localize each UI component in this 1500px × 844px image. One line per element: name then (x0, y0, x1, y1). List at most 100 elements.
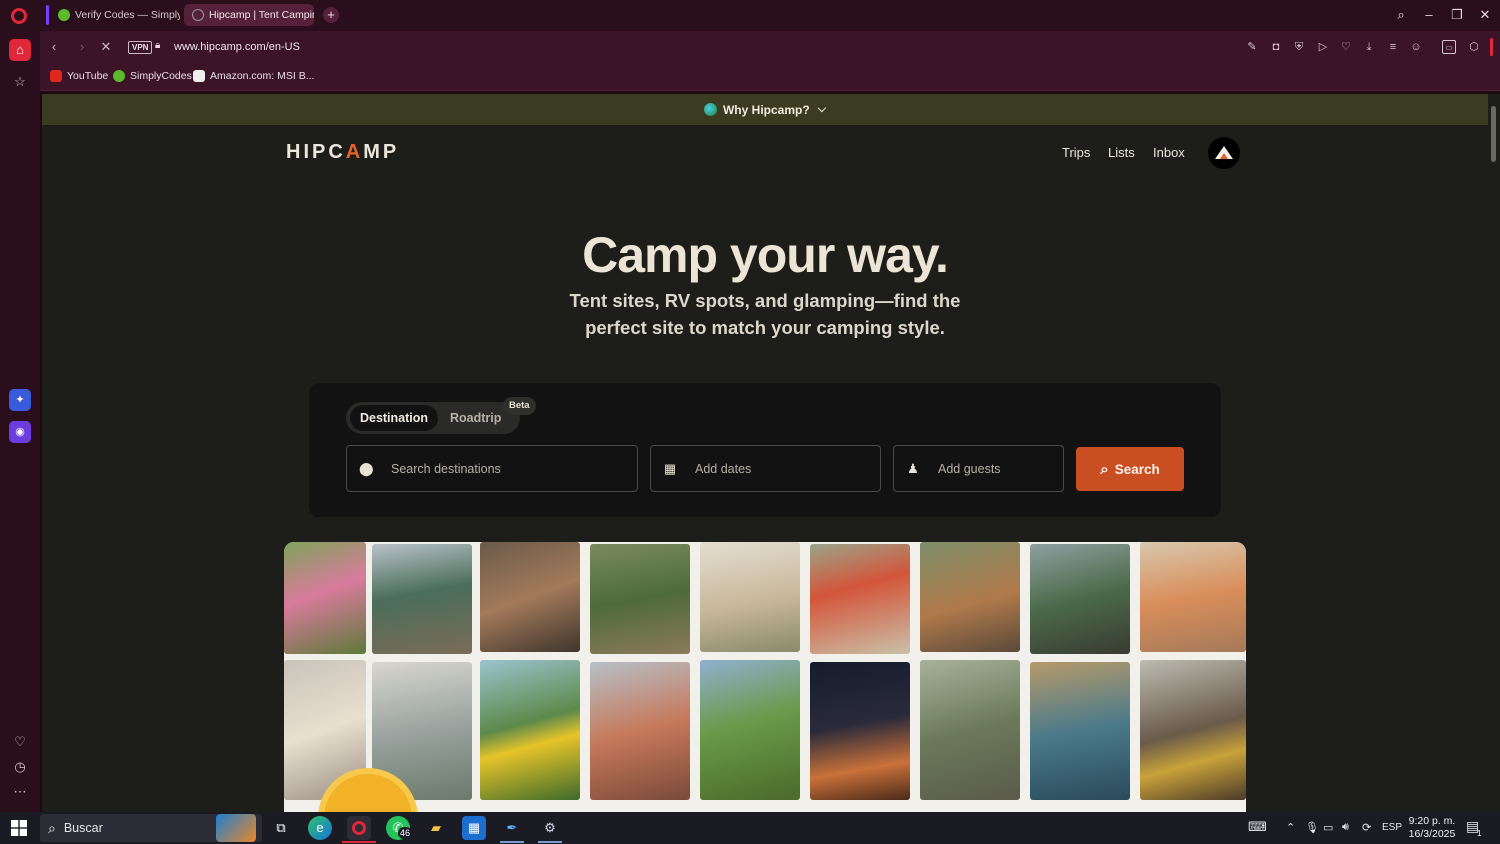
volume-icon[interactable]: 🔊︎ (1342, 821, 1349, 834)
minimize-button[interactable]: – (1420, 6, 1438, 24)
close-window-button[interactable]: ✕ (1476, 6, 1494, 24)
opera-taskbar-icon[interactable] (347, 816, 371, 840)
restore-button[interactable]: ❐ (1448, 6, 1466, 24)
star-icon[interactable]: ☆ (9, 71, 31, 93)
search-tabs-icon[interactable]: ⌕ (1392, 6, 1410, 24)
guests-placeholder: Add guests (938, 461, 1001, 476)
bookmark-label: SimplyCodes (130, 70, 192, 82)
home-icon[interactable]: ⌂ (9, 39, 31, 61)
sync-icon[interactable]: ⟳ (1362, 821, 1371, 834)
search-button[interactable]: ⌕ Search (1076, 447, 1184, 491)
task-view-icon[interactable]: ⧉ (269, 816, 293, 840)
clock-time: 9:20 p. m. (1408, 815, 1456, 827)
why-hipcamp-banner[interactable]: Why Hipcamp? ⌵ (42, 94, 1488, 125)
avatar[interactable] (1208, 137, 1240, 169)
globe-icon (703, 103, 717, 116)
photo-redwood-tent (1140, 660, 1246, 800)
hero-title: Camp your way. (582, 227, 949, 283)
download-icon[interactable]: ⤓ (1362, 40, 1376, 54)
tab-accent-strip (46, 5, 49, 25)
nav-lists[interactable]: Lists (1108, 145, 1135, 160)
stop-loading-button[interactable]: ✕ (98, 39, 114, 55)
camera-icon[interactable]: ◘ (1269, 40, 1283, 54)
logo-tent-letter: A (345, 141, 364, 163)
campsite-photo-collage (284, 542, 1246, 812)
bookmark-simplycodes[interactable]: SimplyCodes (113, 70, 192, 82)
tab-hipcamp[interactable]: Hipcamp | Tent Camping, (184, 4, 314, 26)
photo-oak-trees (920, 660, 1020, 800)
logo-text-start: HIPC (286, 141, 346, 163)
file-explorer-icon[interactable]: ▰ (424, 816, 448, 840)
chevron-up-icon[interactable]: ⌃ (1286, 821, 1295, 834)
edge-icon[interactable]: e (308, 816, 332, 840)
photo-yellow-tent (480, 660, 580, 800)
tab-label: Verify Codes — SimplyCo (75, 9, 180, 21)
easy-setup-icon[interactable]: ▭ (1442, 40, 1456, 54)
dates-field[interactable]: ▦ Add dates (650, 445, 881, 492)
back-button[interactable]: ‹ (46, 39, 62, 55)
tab-label: Hipcamp | Tent Camping, (209, 9, 314, 21)
microphone-icon[interactable]: 🎙︎ (1305, 821, 1319, 834)
photo-wildflowers (284, 542, 366, 654)
network-icon[interactable]: ▭ (1323, 821, 1333, 834)
extensions-icon[interactable]: ⬡ (1467, 40, 1481, 54)
heart-icon[interactable]: ♡ (9, 731, 31, 753)
tent-logo-icon (1215, 146, 1233, 159)
app-running-indicator (538, 841, 562, 843)
bookmark-amazon[interactable]: Amazon.com: MSI B... (193, 70, 314, 82)
lock-icon[interactable]: 🔒︎ (155, 40, 160, 51)
forward-button[interactable]: › (74, 39, 90, 55)
page-scrollbar[interactable] (1488, 94, 1500, 812)
language-indicator[interactable]: ESP (1382, 822, 1402, 833)
browser-sidebar: ⌂ ☆ ✦ ◉ ♡ ◷ ⋯ (0, 31, 40, 812)
ai-indicator[interactable] (1490, 38, 1493, 56)
clock[interactable]: 9:20 p. m. 16/3/2025 (1405, 815, 1459, 841)
address-bar: ‹ › ✕ VPN 🔒︎ www.hipcamp.com/en-US ✎ ◘ ⛨… (40, 31, 1500, 64)
snapshot-edit-icon[interactable]: ✎ (1245, 40, 1259, 54)
start-button[interactable] (7, 816, 31, 840)
url-field[interactable]: www.hipcamp.com/en-US (174, 41, 300, 53)
new-tab-button[interactable]: + (323, 7, 339, 23)
guests-field[interactable]: ♟ Add guests (893, 445, 1064, 492)
taskbar-search[interactable]: ⌕ Buscar (40, 814, 262, 842)
store-icon[interactable]: ▦ (462, 816, 486, 840)
dates-placeholder: Add dates (695, 461, 752, 476)
messenger-icon[interactable]: ◉ (9, 421, 31, 443)
youtube-icon (50, 70, 62, 82)
whatsapp-badge: 46 (398, 827, 413, 839)
profile-icon[interactable]: ☺ (1409, 40, 1423, 54)
vpn-badge[interactable]: VPN (128, 41, 153, 54)
photo-green-valley (700, 660, 800, 800)
heart-icon[interactable]: ♡ (1339, 40, 1353, 54)
opera-logo-icon[interactable] (11, 8, 27, 24)
shield-icon[interactable]: ⛨ (1292, 40, 1306, 54)
more-icon[interactable]: ⋯ (9, 781, 31, 803)
nav-inbox[interactable]: Inbox (1153, 145, 1185, 160)
page-viewport: Why Hipcamp? ⌵ HIPCAMP Trips Lists Inbox… (42, 94, 1488, 812)
simplycodes-favicon-icon (58, 9, 70, 21)
nav-trips[interactable]: Trips (1062, 145, 1090, 160)
history-icon[interactable]: ◷ (9, 756, 31, 778)
aria-icon[interactable]: ✦ (9, 389, 31, 411)
beta-badge: Beta (503, 397, 536, 415)
photo-campfire-cooking (480, 542, 580, 652)
hipcamp-logo[interactable]: HIPCAMP (286, 141, 399, 164)
bookmark-youtube[interactable]: YouTube (50, 70, 108, 82)
settings-icon[interactable]: ⚙ (538, 816, 562, 840)
destination-search-field[interactable]: ⬤ Search destinations (346, 445, 638, 492)
person-icon: ♟ (907, 460, 919, 476)
kingfisher-icon (216, 814, 256, 842)
search-mode-toggle: Destination Roadtrip (346, 402, 520, 434)
play-icon[interactable]: ▷ (1316, 40, 1330, 54)
keyboard-icon[interactable]: ⌨ (1248, 819, 1267, 835)
tab-simplycodes[interactable]: Verify Codes — SimplyCo (50, 4, 180, 26)
pen-app-icon[interactable]: ✒ (500, 816, 524, 840)
tab-roadtrip[interactable]: Roadtrip (450, 405, 501, 431)
scrollbar-thumb[interactable] (1491, 106, 1496, 162)
windows-logo-icon (11, 820, 27, 836)
logo-text-end: MP (363, 141, 400, 163)
menu-icon[interactable]: ≡ (1386, 40, 1400, 54)
tab-destination[interactable]: Destination (350, 405, 438, 431)
search-icon: ⌕ (1100, 460, 1109, 478)
photo-night-sky (810, 662, 910, 800)
